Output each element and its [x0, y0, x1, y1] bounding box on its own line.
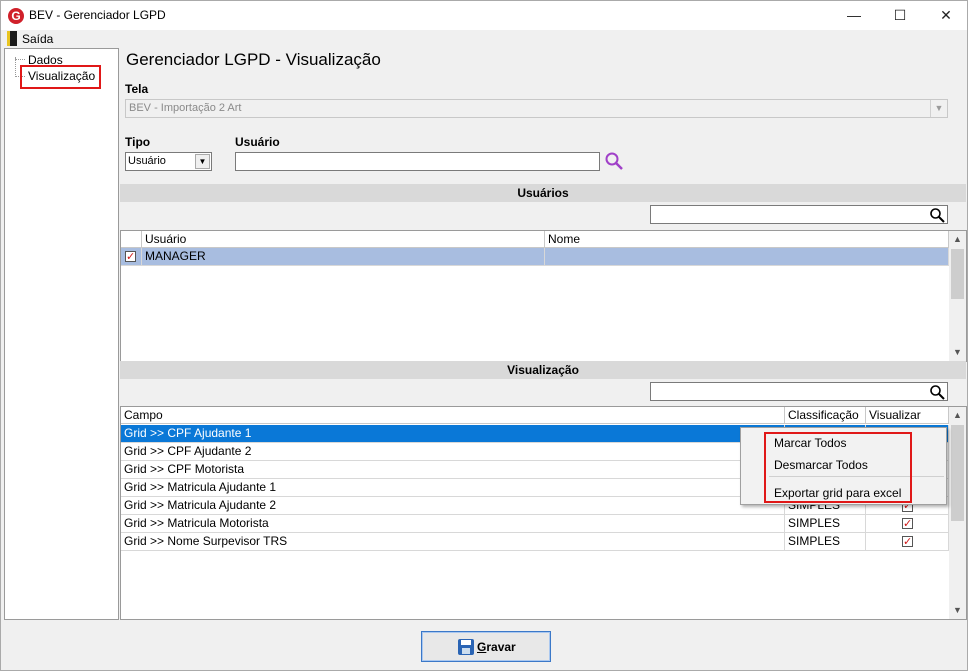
- visualizar-checkbox[interactable]: [902, 534, 913, 551]
- cell-visualizar[interactable]: [866, 533, 949, 551]
- column-header-usuario[interactable]: Usuário: [142, 231, 545, 248]
- cell-visualizar[interactable]: [866, 515, 949, 533]
- usuario-input[interactable]: [235, 152, 600, 171]
- users-section-header: Usuários: [120, 184, 966, 202]
- visualizacao-grid-scrollbar[interactable]: ▲ ▼: [949, 407, 966, 619]
- cell-campo: Grid >> Nome Surpevisor TRS: [121, 533, 785, 551]
- chevron-down-icon[interactable]: ▼: [195, 154, 210, 169]
- annotation-highlight-box: [764, 432, 912, 503]
- cell-campo: Grid >> CPF Ajudante 1: [121, 425, 785, 443]
- page-title: Gerenciador LGPD - Visualização: [126, 50, 381, 69]
- menu-exit-item[interactable]: Saída: [22, 32, 53, 46]
- navigation-tree: Dados Visualização: [4, 48, 119, 620]
- scroll-up-icon[interactable]: ▲: [949, 407, 966, 424]
- users-grid: Usuário Nome MANAGER ▲ ▼: [120, 230, 967, 362]
- column-header-check: [121, 231, 142, 248]
- users-filter-input[interactable]: [650, 205, 948, 224]
- menu-bar: Saída: [1, 30, 967, 48]
- save-button-label: Gravar: [477, 640, 516, 654]
- row-checkbox[interactable]: [125, 249, 136, 266]
- maximize-button[interactable]: ☐: [877, 1, 923, 30]
- scroll-down-icon[interactable]: ▼: [949, 602, 966, 619]
- tipo-select[interactable]: Usuário ▼: [125, 152, 212, 171]
- column-header-nome[interactable]: Nome: [545, 231, 949, 248]
- tree-connector: [15, 57, 16, 77]
- scroll-up-icon[interactable]: ▲: [949, 231, 966, 248]
- scroll-down-icon[interactable]: ▼: [949, 344, 966, 361]
- scroll-thumb[interactable]: [951, 249, 964, 299]
- column-header-visualizar[interactable]: Visualizar: [866, 407, 949, 424]
- tela-label: Tela: [125, 82, 149, 96]
- column-header-classificacao[interactable]: Classificação: [785, 407, 866, 424]
- visualizacao-section-header: Visualização: [120, 361, 966, 379]
- visualizar-checkbox[interactable]: [902, 516, 913, 533]
- tipo-select-value: Usuário: [128, 155, 166, 167]
- visualizacao-grid-header: Campo Classificação Visualizar: [121, 407, 949, 424]
- cell-classificacao: SIMPLES: [785, 533, 866, 551]
- close-button[interactable]: ✕: [923, 1, 968, 30]
- search-icon[interactable]: [604, 151, 624, 171]
- tela-select-value: BEV - Importação 2 Art: [129, 102, 242, 114]
- visualizacao-filter-input[interactable]: [650, 382, 948, 401]
- search-icon[interactable]: [929, 384, 945, 400]
- app-window: G BEV - Gerenciador LGPD — ☐ ✕ Saída Dad…: [0, 0, 968, 671]
- cell-campo: Grid >> Matricula Ajudante 2: [121, 497, 785, 515]
- cell-usuario: MANAGER: [142, 248, 545, 266]
- users-grid-scrollbar[interactable]: ▲ ▼: [949, 231, 966, 361]
- cell-campo: Grid >> Matricula Ajudante 1: [121, 479, 785, 497]
- row-check-cell[interactable]: [121, 248, 142, 266]
- save-label-mnemonic: G: [477, 640, 487, 654]
- annotation-highlight-box: [20, 65, 101, 89]
- table-row[interactable]: Grid >> Nome Surpevisor TRS SIMPLES: [121, 533, 949, 551]
- save-label-rest: ravar: [486, 640, 516, 654]
- tipo-label: Tipo: [125, 135, 151, 149]
- cell-campo: Grid >> Matricula Motorista: [121, 515, 785, 533]
- title-bar: G BEV - Gerenciador LGPD — ☐ ✕: [1, 1, 967, 30]
- table-row[interactable]: Grid >> Matricula Motorista SIMPLES: [121, 515, 949, 533]
- search-icon[interactable]: [929, 207, 945, 223]
- window-title: BEV - Gerenciador LGPD: [29, 8, 166, 22]
- scroll-thumb[interactable]: [951, 425, 964, 521]
- floppy-disk-icon: [458, 639, 474, 655]
- usuario-label: Usuário: [235, 135, 280, 149]
- column-header-campo[interactable]: Campo: [121, 407, 785, 424]
- tree-connector: [15, 59, 25, 60]
- cell-campo: Grid >> CPF Ajudante 2: [121, 443, 785, 461]
- minimize-button[interactable]: —: [831, 1, 877, 30]
- app-logo-icon: G: [8, 8, 24, 24]
- tela-select[interactable]: BEV - Importação 2 Art ▼: [125, 99, 948, 118]
- save-button[interactable]: Gravar: [421, 631, 551, 662]
- cell-campo: Grid >> CPF Motorista: [121, 461, 785, 479]
- cell-classificacao: SIMPLES: [785, 515, 866, 533]
- chevron-down-icon[interactable]: ▼: [930, 100, 947, 117]
- exit-door-icon: [7, 31, 17, 46]
- cell-nome: [545, 248, 949, 266]
- table-row[interactable]: MANAGER: [121, 248, 949, 266]
- users-grid-header: Usuário Nome: [121, 231, 949, 248]
